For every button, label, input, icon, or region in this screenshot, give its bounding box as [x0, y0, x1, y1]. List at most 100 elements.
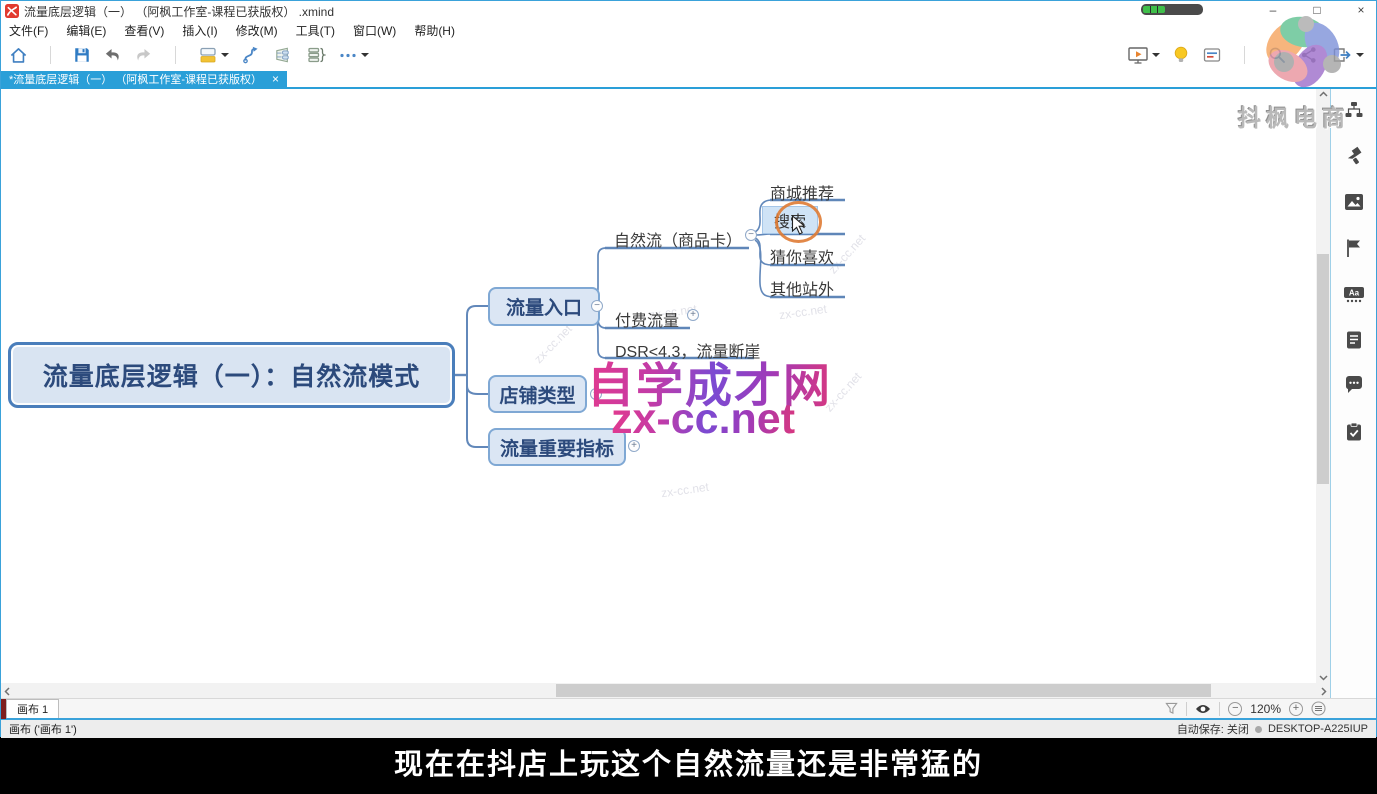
- topic-shop-type[interactable]: 店铺类型: [488, 375, 587, 413]
- presentation-dropdown-caret[interactable]: [1152, 53, 1160, 61]
- label-aa-icon: Aa: [1343, 284, 1365, 304]
- menu-insert[interactable]: 插入(I): [182, 22, 217, 39]
- label-panel-button[interactable]: Aa: [1343, 283, 1365, 304]
- zoom-in-button[interactable]: +: [1289, 702, 1303, 716]
- redo-button[interactable]: [134, 46, 153, 65]
- export-dropdown-caret[interactable]: [1356, 53, 1364, 61]
- topic-guess-you-like[interactable]: 猜你喜欢: [770, 244, 834, 268]
- maximize-button[interactable]: □: [1306, 1, 1328, 19]
- vertical-scrollbar[interactable]: [1316, 89, 1330, 683]
- statusbar: 画布 ('画布 1') 自动保存: 关闭 DESKTOP-A225IUP: [1, 718, 1376, 738]
- scroll-up-icon[interactable]: [1319, 91, 1328, 98]
- home-icon: [9, 46, 28, 65]
- more-dropdown-caret[interactable]: [361, 53, 369, 61]
- format-painter-button[interactable]: [1343, 145, 1365, 166]
- collapse-toggle-traffic-entry[interactable]: −: [591, 300, 603, 312]
- scroll-right-icon[interactable]: [1320, 687, 1327, 696]
- vertical-scrollbar-thumb[interactable]: [1317, 254, 1329, 484]
- save-icon: [73, 46, 91, 64]
- boundary-button[interactable]: [273, 45, 294, 65]
- marker-panel-button[interactable]: [1343, 237, 1365, 258]
- expand-toggle-paid-traffic[interactable]: +: [687, 309, 699, 321]
- sheet-tab-canvas1[interactable]: 画布 1: [6, 699, 59, 718]
- lightbulb-button[interactable]: [1172, 45, 1190, 65]
- zoom-level: 120%: [1250, 702, 1281, 716]
- sheetbar: 画布 1 − 120% +: [1, 698, 1376, 718]
- undo-button[interactable]: [103, 46, 122, 65]
- notes-icon: [1345, 330, 1363, 350]
- document-tab-close-icon[interactable]: ×: [272, 72, 279, 86]
- status-autosave: 自动保存: 关闭: [1177, 721, 1249, 737]
- structure-panel-button[interactable]: [1343, 99, 1365, 120]
- menu-window[interactable]: 窗口(W): [353, 22, 396, 39]
- export-icon: [1331, 45, 1353, 65]
- comments-panel-button[interactable]: [1343, 375, 1365, 396]
- menu-file[interactable]: 文件(F): [9, 22, 48, 39]
- subtitle-band: 现在在抖店上玩这个自然流量还是非常猛的: [0, 737, 1377, 794]
- document-tab[interactable]: *流量底层逻辑（一） （阿枫工作室-课程已获版权） ×: [1, 71, 287, 87]
- window-title: 流量底层逻辑（一） （阿枫工作室-课程已获版权） .xmind: [24, 3, 334, 20]
- document-tab-label: *流量底层逻辑（一） （阿枫工作室-课程已获版权）: [9, 71, 262, 87]
- minimize-button[interactable]: –: [1262, 1, 1284, 19]
- tasks-panel-button[interactable]: [1343, 421, 1365, 442]
- topic-key-metrics[interactable]: 流量重要指标: [488, 428, 626, 466]
- home-button[interactable]: [9, 46, 28, 65]
- style-dropdown-caret[interactable]: [221, 53, 229, 61]
- mindmap-canvas[interactable]: zx-cc.net zx-cc.net zx-cc.net zx-cc.net …: [1, 89, 1330, 683]
- expand-toggle-key-metrics[interactable]: +: [628, 440, 640, 452]
- topic-natural-flow[interactable]: 自然流（商品卡）: [614, 227, 742, 251]
- undo-icon: [103, 46, 122, 65]
- search-icon: [1267, 45, 1287, 65]
- pitch-mode-eye-icon[interactable]: [1195, 703, 1211, 715]
- image-panel-button[interactable]: [1343, 191, 1365, 212]
- tiled-watermark: zx-cc.net: [531, 322, 574, 366]
- topic-other-offsite[interactable]: 其他站外: [770, 276, 834, 300]
- notes-panel-button[interactable]: [1343, 329, 1365, 350]
- relationship-button[interactable]: [241, 45, 261, 65]
- presentation-button[interactable]: [1127, 45, 1160, 65]
- comment-icon: [1344, 376, 1364, 395]
- save-button[interactable]: [73, 46, 91, 64]
- expand-toggle-shop-type[interactable]: +: [590, 388, 602, 400]
- horizontal-scrollbar[interactable]: [1, 683, 1330, 698]
- menubar: 文件(F) 编辑(E) 查看(V) 插入(I) 修改(M) 工具(T) 窗口(W…: [1, 21, 1376, 39]
- scroll-left-icon[interactable]: [4, 687, 11, 696]
- fit-map-icon[interactable]: [1311, 701, 1326, 716]
- more-toolbar-button[interactable]: [338, 45, 369, 65]
- note-panel-button[interactable]: [1202, 45, 1222, 65]
- summary-button[interactable]: [306, 45, 326, 65]
- topic-traffic-entry[interactable]: 流量入口: [488, 287, 600, 326]
- export-button[interactable]: [1331, 45, 1364, 65]
- format-painter-icon: [1344, 146, 1364, 166]
- svg-text:Aa: Aa: [1348, 288, 1359, 297]
- style-button[interactable]: [198, 45, 229, 65]
- note-panel-icon: [1202, 45, 1222, 65]
- flag-icon: [1345, 238, 1363, 258]
- tiled-watermark: zx-cc.net: [660, 480, 709, 501]
- share-button[interactable]: [1299, 45, 1319, 65]
- menu-modify[interactable]: 修改(M): [236, 22, 278, 39]
- status-device: DESKTOP-A225IUP: [1268, 723, 1368, 735]
- filter-icon[interactable]: [1165, 702, 1178, 715]
- titlebar: 流量底层逻辑（一） （阿枫工作室-课程已获版权） .xmind – □ ×: [1, 1, 1376, 21]
- boundary-icon: [273, 45, 294, 65]
- menu-help[interactable]: 帮助(H): [414, 22, 455, 39]
- close-button[interactable]: ×: [1350, 1, 1372, 19]
- topic-paid-traffic[interactable]: 付费流量: [615, 307, 679, 331]
- root-topic[interactable]: 流量底层逻辑（一）：自然流模式: [8, 342, 455, 408]
- menu-view[interactable]: 查看(V): [124, 22, 164, 39]
- scroll-down-icon[interactable]: [1319, 674, 1328, 681]
- topic-dsr-cliff[interactable]: DSR<4.3，流量断崖: [615, 338, 760, 362]
- relationship-icon: [241, 45, 261, 65]
- menu-edit[interactable]: 编辑(E): [66, 22, 106, 39]
- horizontal-scrollbar-thumb[interactable]: [556, 684, 1211, 697]
- zoom-out-button[interactable]: −: [1228, 702, 1242, 716]
- subtitle-text: 现在在抖店上玩这个自然流量还是非常猛的: [394, 741, 983, 794]
- status-selection: 画布 ('画布 1'): [9, 721, 77, 737]
- menu-tools[interactable]: 工具(T): [296, 22, 335, 39]
- collapse-toggle-natural-flow[interactable]: −: [745, 229, 757, 241]
- task-clipboard-icon: [1345, 422, 1363, 442]
- lightbulb-icon: [1172, 45, 1190, 65]
- search-button[interactable]: [1267, 45, 1287, 65]
- tiled-watermark: zx-cc.net: [778, 302, 827, 323]
